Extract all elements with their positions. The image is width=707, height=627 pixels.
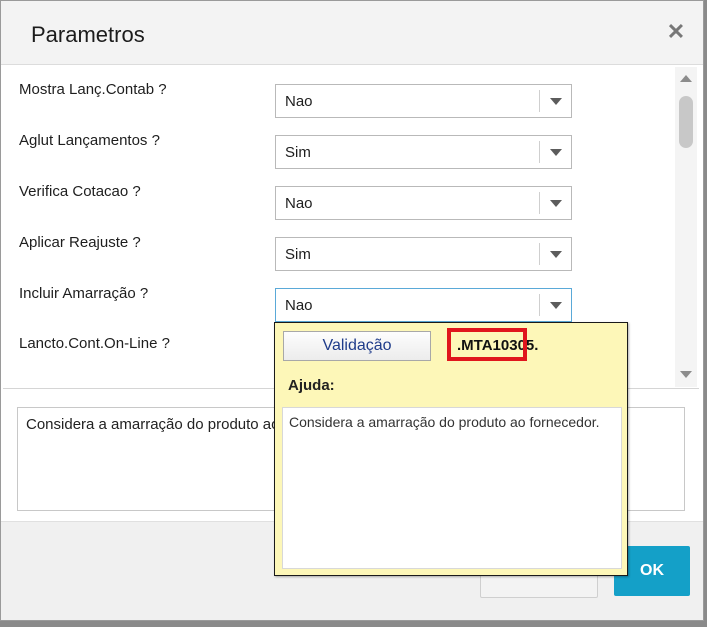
chevron-down-icon[interactable] [550, 149, 562, 156]
chevron-down-icon[interactable] [550, 302, 562, 309]
param-select-value: Sim [285, 246, 311, 263]
dialog-titlebar: Parametros ✕ [1, 1, 703, 65]
chevron-down-icon[interactable] [550, 98, 562, 105]
vertical-scrollbar[interactable] [675, 67, 697, 387]
param-select-value: Sim [285, 144, 311, 161]
param-select-value: Nao [285, 297, 313, 314]
chevron-down-icon[interactable] [550, 200, 562, 207]
param-select-aglut-lancamentos[interactable]: Sim [275, 135, 572, 169]
param-select-mostra-lanc-contab[interactable]: Nao [275, 84, 572, 118]
scroll-down-icon[interactable] [680, 371, 692, 378]
help-text: Considera a amarração do produto ao forn… [282, 407, 622, 569]
param-label-verifica-cotacao: Verifica Cotacao ? [19, 183, 141, 200]
param-select-incluir-amarracao[interactable]: Nao [275, 288, 572, 322]
help-title: Ajuda: [288, 377, 335, 394]
param-label-lancto-cont-online: Lancto.Cont.On-Line ? [19, 335, 170, 352]
combo-divider [539, 141, 540, 163]
param-select-value: Nao [285, 195, 313, 212]
param-select-aplicar-reajuste[interactable]: Sim [275, 237, 572, 271]
param-select-verifica-cotacao[interactable]: Nao [275, 186, 572, 220]
highlight-box [447, 328, 527, 361]
help-popup: Validação .MTA10305. Ajuda: Considera a … [274, 322, 628, 576]
combo-divider [539, 192, 540, 214]
close-icon[interactable]: ✕ [665, 21, 687, 43]
param-label-aglut-lancamentos: Aglut Lançamentos ? [19, 132, 160, 149]
scroll-up-icon[interactable] [680, 75, 692, 82]
combo-divider [539, 90, 540, 112]
combo-divider [539, 294, 540, 316]
validation-button[interactable]: Validação [283, 331, 431, 361]
param-label-incluir-amarracao: Incluir Amarração ? [19, 285, 149, 302]
param-label-aplicar-reajuste: Aplicar Reajuste ? [19, 234, 141, 251]
dialog-title: Parametros [31, 22, 145, 47]
param-label-mostra-lanc-contab: Mostra Lanç.Contab ? [19, 81, 167, 98]
chevron-down-icon[interactable] [550, 251, 562, 258]
combo-divider [539, 243, 540, 265]
scrollbar-thumb[interactable] [679, 96, 693, 148]
param-select-value: Nao [285, 93, 313, 110]
